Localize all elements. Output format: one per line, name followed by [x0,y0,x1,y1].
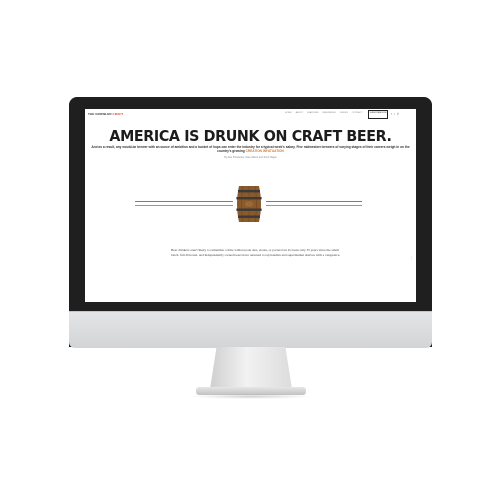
divider-right-top [266,201,362,202]
nav-item-breweries[interactable]: BREWERIES [323,112,336,114]
divider-right-bottom [266,205,362,206]
site-logo[interactable]: THE GROWLER CRAFT [88,112,123,116]
logo-text: THE GROWLER [88,112,112,116]
social-icons: f t ⚲ [391,112,399,116]
twitter-icon[interactable]: t [394,112,395,116]
logo-accent-text: CRAFT [112,112,124,116]
nav-item-about[interactable]: ABOUT [296,112,304,114]
barrel-icon [236,185,262,223]
nav-item-features[interactable]: FEATURES [307,112,319,114]
main-nav: HOME ABOUT FEATURES BREWERIES ISSUES CON… [285,112,362,114]
nav-item-home[interactable]: HOME [285,112,292,114]
article-body: Beer drinkers aren't likely to remember … [171,248,341,257]
dek-link[interactable]: CREATION INFATUATION [246,149,284,153]
browser-screen: THE GROWLER CRAFT HOME ABOUT FEATURES BR… [85,109,416,302]
nav-item-issues[interactable]: ISSUES [340,112,348,114]
imac-chin [69,311,432,348]
subscribe-button[interactable]: SUBSCRIBE NOW [368,110,388,119]
stand-shadow [190,394,312,399]
article-byline: By Alex Poindexter, Nate Gilbert and Sco… [224,156,277,159]
imac-stand [210,347,292,389]
scroll-top-icon[interactable]: ↑ [410,256,413,262]
article-headline: AMERICA IS DRUNK ON CRAFT BEER. [109,127,392,145]
site-header: THE GROWLER CRAFT HOME ABOUT FEATURES BR… [85,109,416,125]
divider-left-top [135,201,233,202]
divider-left-bottom [135,205,233,206]
facebook-icon[interactable]: f [391,112,392,116]
search-icon[interactable]: ⚲ [397,112,399,116]
nav-item-contact[interactable]: CONTACT [352,112,362,114]
article-dek: And as a result, any would-be brewer wit… [91,145,410,154]
